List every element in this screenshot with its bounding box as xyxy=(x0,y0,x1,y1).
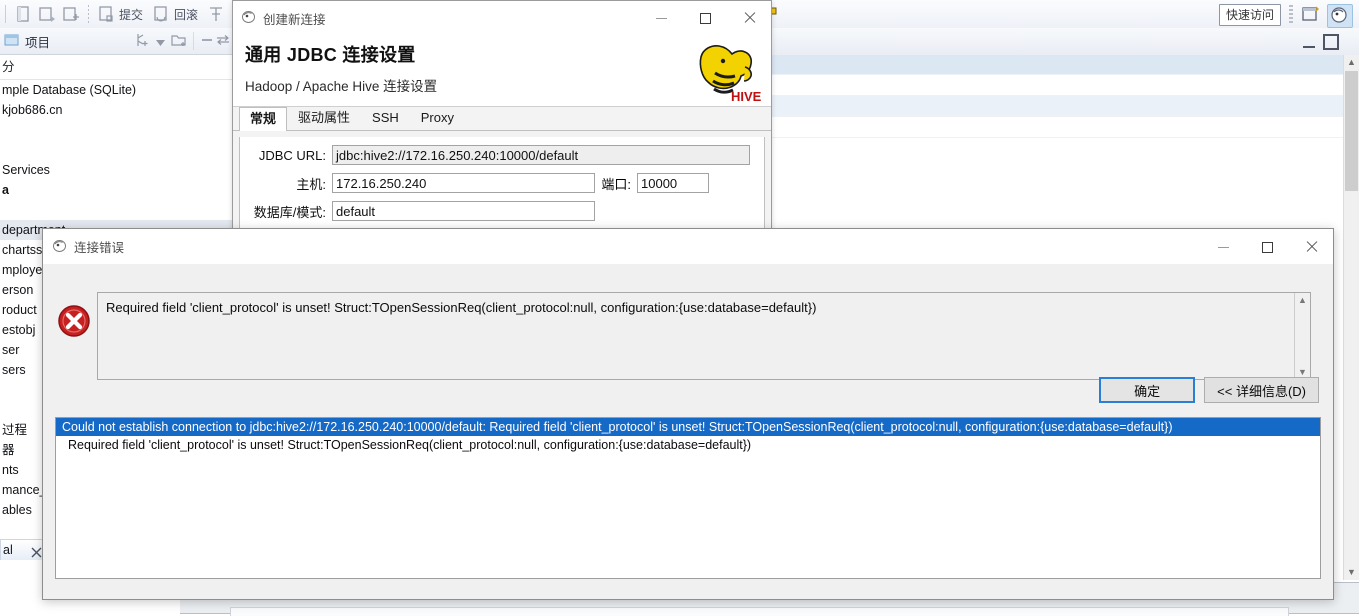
close-button[interactable] xyxy=(727,1,771,35)
tree-node[interactable] xyxy=(0,120,234,140)
tree-node[interactable] xyxy=(0,200,234,220)
dialog-tabs[interactable]: 常规 驱动属性 SSH Proxy xyxy=(233,107,771,131)
maximize-button[interactable] xyxy=(1245,230,1289,264)
scroll-down-icon[interactable]: ▼ xyxy=(1344,565,1359,580)
connection-error-dialog[interactable]: 连接错误 Required field 'client_protocol' is… xyxy=(42,228,1334,600)
scroll-up-icon[interactable]: ▲ xyxy=(1344,55,1359,70)
create-connection-dialog[interactable]: 创建新连接 通用 JDBC 连接设置 Hadoop / Apache Hive … xyxy=(232,0,772,236)
database-input[interactable]: default xyxy=(332,201,595,221)
tree-filter-text[interactable]: 分 xyxy=(0,55,234,80)
dialog-tab-3[interactable]: SSH xyxy=(361,106,410,130)
editor-view-toolbar xyxy=(770,28,1359,56)
error-details-list[interactable]: Could not establish connection to jdbc:h… xyxy=(55,417,1321,579)
error-button-row: 确定 << 详细信息(D) xyxy=(1099,377,1319,403)
new-sql-script-icon[interactable] xyxy=(61,4,81,24)
open-perspective-icon[interactable] xyxy=(1299,4,1323,26)
jdbc-url-input[interactable]: jdbc:hive2://172.16.250.240:10000/defaul… xyxy=(332,145,750,165)
general-tab-panel: JDBC URL: jdbc:hive2://172.16.250.240:10… xyxy=(239,137,765,235)
error-title-text: 连接错误 xyxy=(74,241,125,255)
grid-header-row xyxy=(770,55,1359,75)
rollback-label[interactable]: 回滚 xyxy=(174,6,198,23)
svg-text:HIVE: HIVE xyxy=(731,89,762,104)
port-label: 端口: xyxy=(601,176,631,192)
tree-node[interactable] xyxy=(0,140,234,160)
error-title-bar[interactable]: 连接错误 xyxy=(43,229,1333,264)
view-toolbar-separator xyxy=(193,32,194,50)
project-view-tools xyxy=(133,32,235,51)
project-view-icon xyxy=(4,33,20,50)
error-icon xyxy=(57,304,91,338)
new-folder-icon[interactable] xyxy=(170,32,188,51)
dbeaver-icon xyxy=(241,9,256,27)
maximize-button[interactable] xyxy=(683,1,727,35)
error-message-scrollbar[interactable]: ▲ ▼ xyxy=(1294,293,1310,379)
error-message-text: Required field 'client_protocol' is unse… xyxy=(106,300,817,315)
editor-scrollbar[interactable]: ▲ ▼ xyxy=(1343,55,1359,580)
grid-row[interactable] xyxy=(770,75,1359,96)
collapse-all-icon[interactable] xyxy=(199,33,215,50)
toolbar-separator xyxy=(5,5,6,23)
minimize-view-icon[interactable] xyxy=(1303,37,1315,48)
dialog-tab-4[interactable]: Proxy xyxy=(410,106,465,130)
grid-row[interactable] xyxy=(770,117,1359,138)
host-port-row: 主机: 172.16.250.240 端口: 10000 xyxy=(240,173,764,193)
dialog-title-text: 创建新连接 xyxy=(263,12,326,27)
new-connection-icon[interactable] xyxy=(13,4,33,24)
project-view-toolbar: 项目 xyxy=(0,28,235,55)
scroll-up-icon[interactable]: ▲ xyxy=(1295,293,1310,307)
commit-label[interactable]: 提交 xyxy=(119,6,143,23)
link-editor-icon[interactable] xyxy=(215,33,231,50)
maximize-view-icon[interactable] xyxy=(1323,34,1339,50)
minimize-button[interactable] xyxy=(1201,230,1245,264)
dialog-window-buttons xyxy=(639,1,771,35)
tree-node[interactable]: Services xyxy=(0,160,234,180)
database-row: 数据库/模式: default xyxy=(240,201,764,221)
close-button[interactable] xyxy=(1289,230,1333,264)
toolbar-drag-handle[interactable] xyxy=(1289,5,1293,23)
editor-tab-bottom[interactable]: al xyxy=(0,539,46,560)
transaction-log-icon[interactable] xyxy=(206,4,226,24)
host-label: 主机: xyxy=(296,176,326,192)
tree-node[interactable]: kjob686.cn xyxy=(0,100,234,120)
sql-editor-icon[interactable] xyxy=(37,4,57,24)
grid-row[interactable] xyxy=(770,96,1359,117)
tree-node[interactable]: a xyxy=(0,180,234,200)
error-detail-line[interactable]: Could not establish connection to jdbc:h… xyxy=(56,418,1320,436)
chevron-down-icon[interactable] xyxy=(156,34,165,49)
dialog-header: 通用 JDBC 连接设置 Hadoop / Apache Hive 连接设置 H… xyxy=(233,35,771,107)
error-window-buttons xyxy=(1201,230,1333,264)
dbeaver-icon xyxy=(52,238,67,256)
close-icon[interactable] xyxy=(31,544,42,558)
minimize-button[interactable] xyxy=(639,1,683,35)
hive-logo-icon: HIVE xyxy=(693,37,765,105)
project-view-title: 项目 xyxy=(25,35,51,50)
commit-icon[interactable] xyxy=(96,4,116,24)
jdbc-url-label: JDBC URL: xyxy=(258,147,326,163)
port-input[interactable]: 10000 xyxy=(637,173,709,193)
details-toggle-button[interactable]: << 详细信息(D) xyxy=(1204,377,1319,403)
bottom-panel xyxy=(230,607,1289,616)
database-perspective-icon[interactable] xyxy=(1327,4,1353,28)
editor-tab-label: al xyxy=(3,543,13,557)
error-message-box: Required field 'client_protocol' is unse… xyxy=(97,292,1311,380)
error-detail-line[interactable]: Required field 'client_protocol' is unse… xyxy=(56,436,1320,454)
host-input[interactable]: 172.16.250.240 xyxy=(332,173,595,193)
scrollbar-thumb[interactable] xyxy=(1345,71,1358,191)
rollback-icon[interactable] xyxy=(151,4,171,24)
quick-access-field[interactable]: 快速访问 xyxy=(1218,4,1281,26)
ok-button[interactable]: 确定 xyxy=(1099,377,1196,403)
add-connection-icon[interactable] xyxy=(133,32,151,51)
database-label: 数据库/模式: xyxy=(253,204,326,220)
dialog-title-bar[interactable]: 创建新连接 xyxy=(233,1,771,35)
toolbar-separator-dotted xyxy=(88,5,89,23)
dialog-tab-1[interactable]: 常规 xyxy=(239,107,288,131)
jdbc-url-row: JDBC URL: jdbc:hive2://172.16.250.240:10… xyxy=(240,145,764,165)
error-message-zone: Required field 'client_protocol' is unse… xyxy=(43,264,1333,386)
tree-node[interactable]: mple Database (SQLite) xyxy=(0,80,234,100)
dialog-tab-2[interactable]: 驱动属性 xyxy=(287,106,361,130)
